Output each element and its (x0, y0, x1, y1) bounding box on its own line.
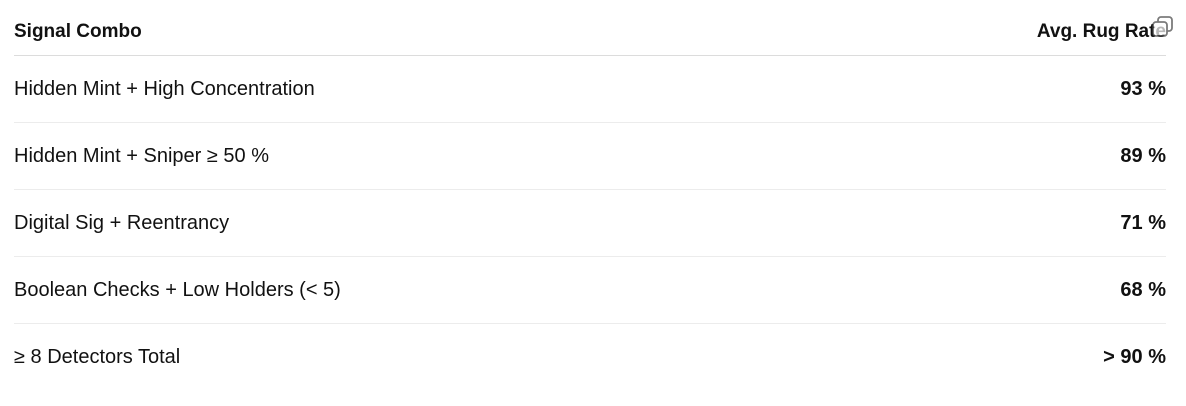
cell-rate: 68 % (1120, 278, 1166, 301)
cell-signal: Digital Sig + Reentrancy (14, 211, 230, 234)
cell-signal: Boolean Checks + Low Holders (< 5) (14, 278, 341, 301)
header-signal-combo: Signal Combo (14, 20, 142, 42)
cell-signal: ≥ 8 Detectors Total (14, 345, 181, 368)
copy-icon (1152, 16, 1173, 37)
table-header: Signal Combo Avg. Rug Rate (14, 0, 1166, 56)
table-row: Hidden Mint + High Concentration 93 % (14, 56, 1166, 123)
copy-button[interactable] (1150, 14, 1176, 40)
signal-table: Signal Combo Avg. Rug Rate Hidden Mint +… (14, 0, 1166, 390)
cell-rate: 93 % (1120, 77, 1166, 100)
header-avg-rug-rate: Avg. Rug Rate (1036, 20, 1166, 42)
table-row: Hidden Mint + Sniper ≥ 50 % 89 % (14, 123, 1166, 190)
cell-rate: 89 % (1120, 144, 1166, 167)
cell-rate: 71 % (1120, 211, 1166, 234)
table-row: ≥ 8 Detectors Total > 90 % (14, 324, 1166, 390)
cell-rate: > 90 % (1103, 345, 1166, 368)
cell-signal: Hidden Mint + Sniper ≥ 50 % (14, 144, 269, 167)
table-row: Boolean Checks + Low Holders (< 5) 68 % (14, 257, 1166, 324)
cell-signal: Hidden Mint + High Concentration (14, 77, 315, 100)
table-row: Digital Sig + Reentrancy 71 % (14, 190, 1166, 257)
